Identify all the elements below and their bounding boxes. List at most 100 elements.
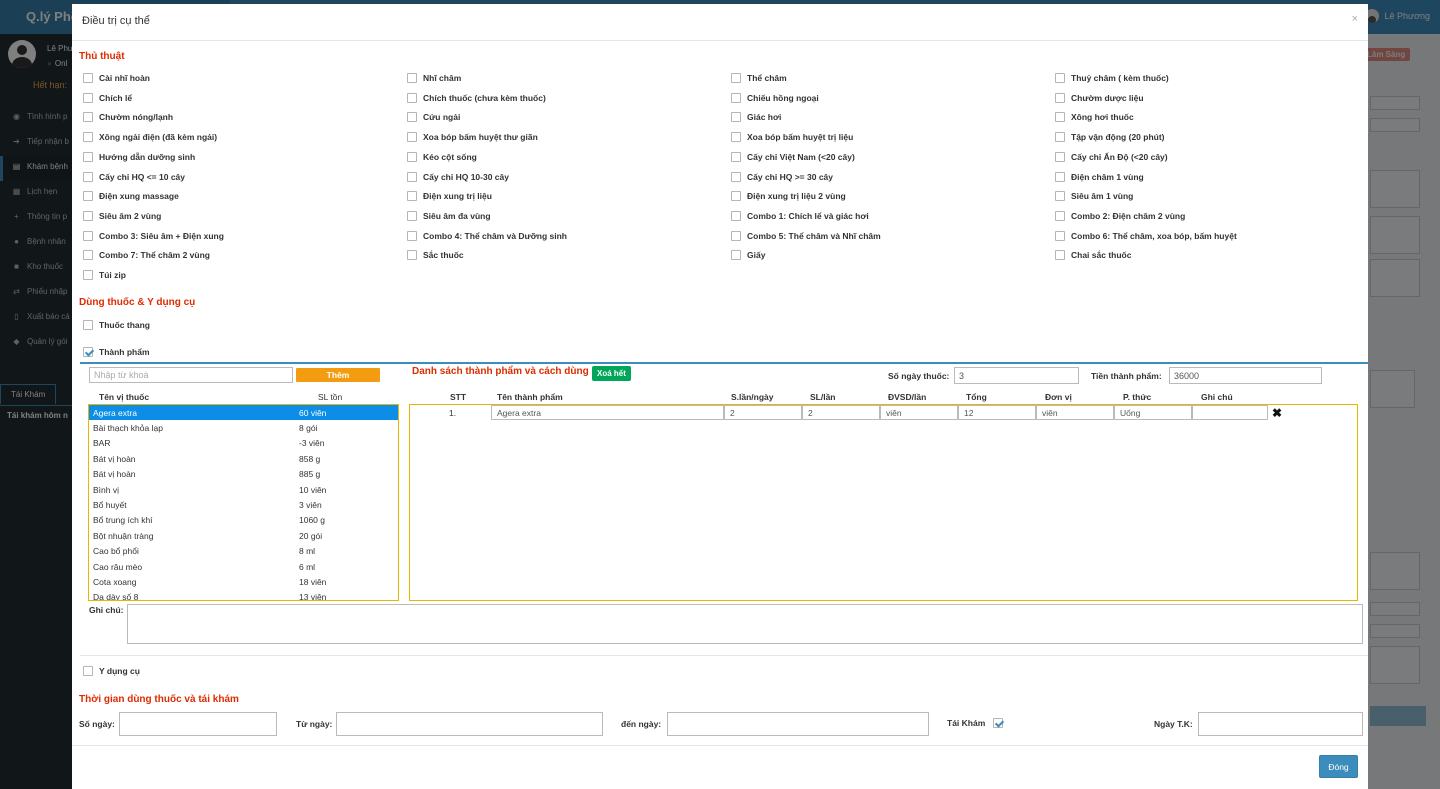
procedure-checkbox[interactable]: Tập vận động (20 phút) bbox=[1055, 132, 1165, 143]
procedure-checkbox[interactable]: Siêu âm 2 vùng bbox=[83, 210, 161, 221]
checkbox-box[interactable] bbox=[1055, 191, 1065, 202]
checkbox-box[interactable] bbox=[407, 250, 417, 261]
medicine-row[interactable]: Bổ huyết 3 viên bbox=[89, 497, 398, 512]
procedure-checkbox[interactable]: Giác hơi bbox=[731, 112, 781, 123]
checkbox-box[interactable] bbox=[1055, 171, 1065, 182]
checkbox-box[interactable] bbox=[731, 92, 741, 103]
checkbox-box[interactable] bbox=[1055, 210, 1065, 221]
medicine-search-input[interactable] bbox=[89, 367, 293, 383]
checkbox-box[interactable] bbox=[83, 92, 93, 103]
procedure-checkbox[interactable]: Điện xung trị liệu bbox=[407, 191, 492, 202]
checkbox-box[interactable] bbox=[83, 270, 93, 280]
presc-cell-total[interactable]: 12 bbox=[958, 405, 1036, 420]
presc-cell-method[interactable]: Uống bbox=[1114, 405, 1192, 420]
cost-input[interactable] bbox=[1169, 367, 1322, 384]
checkbox-box[interactable] bbox=[993, 718, 1004, 728]
thuoc-thang-checkbox[interactable]: Thuốc thang bbox=[83, 320, 150, 330]
checkbox-box[interactable] bbox=[407, 230, 417, 241]
checkbox-box[interactable] bbox=[407, 151, 417, 162]
checkbox-box[interactable] bbox=[407, 171, 417, 182]
checkbox-box[interactable] bbox=[1055, 92, 1065, 103]
checkbox-box[interactable] bbox=[1055, 151, 1065, 162]
medicine-row[interactable]: Bài thạch khỏa lạp 8 gói bbox=[89, 420, 398, 435]
checkbox-box[interactable] bbox=[83, 171, 93, 182]
procedure-checkbox[interactable]: Chai sắc thuốc bbox=[1055, 250, 1131, 261]
ngay-tk-input[interactable] bbox=[1198, 712, 1363, 736]
checkbox-box[interactable] bbox=[1055, 132, 1065, 143]
procedure-checkbox[interactable]: Xoa bóp bấm huyệt thư giãn bbox=[407, 132, 538, 143]
procedure-checkbox[interactable]: Chườm nóng/lạnh bbox=[83, 112, 173, 123]
procedure-checkbox[interactable]: Xoa bóp bấm huyệt trị liệu bbox=[731, 132, 853, 143]
note-textarea[interactable] bbox=[127, 604, 1363, 644]
so-ngay-input[interactable] bbox=[119, 712, 277, 736]
add-medicine-button[interactable]: Thêm bbox=[296, 368, 380, 382]
medicine-row[interactable]: BAR -3 viên bbox=[89, 436, 398, 451]
presc-cell-unit[interactable]: viên bbox=[1036, 405, 1114, 420]
procedure-checkbox[interactable]: Cấy chỉ Ấn Độ (<20 cây) bbox=[1055, 151, 1168, 162]
medicine-row[interactable]: Bột nhuận tràng 20 gói bbox=[89, 528, 398, 543]
procedure-checkbox[interactable]: Combo 3: Siêu âm + Điện xung bbox=[83, 230, 224, 241]
tu-ngay-input[interactable] bbox=[336, 712, 603, 736]
medicine-row[interactable]: Dạ dày số 8 13 viên bbox=[89, 590, 398, 600]
procedure-checkbox[interactable]: Thể châm bbox=[731, 73, 787, 83]
checkbox-box[interactable] bbox=[731, 151, 741, 162]
procedure-checkbox[interactable]: Cấy chỉ HQ <= 10 cây bbox=[83, 171, 185, 182]
procedure-checkbox[interactable]: Chích thuốc (chưa kèm thuốc) bbox=[407, 92, 546, 103]
checkbox-box[interactable] bbox=[731, 112, 741, 123]
checkbox-box[interactable] bbox=[731, 171, 741, 182]
checkbox-box[interactable] bbox=[731, 230, 741, 241]
checkbox-box[interactable] bbox=[407, 112, 417, 123]
checkbox-box[interactable] bbox=[83, 347, 93, 357]
thanh-pham-checkbox[interactable]: Thành phẩm bbox=[83, 347, 150, 357]
tai-kham-checkbox[interactable]: Tái Khám bbox=[947, 718, 1004, 728]
checkbox-box[interactable] bbox=[731, 250, 741, 261]
delete-row-icon[interactable]: ✖ bbox=[1272, 406, 1282, 420]
days-input[interactable] bbox=[954, 367, 1079, 384]
procedure-checkbox[interactable]: Điện châm 1 vùng bbox=[1055, 171, 1144, 182]
checkbox-box[interactable] bbox=[1055, 250, 1065, 261]
medicine-row[interactable]: Bát vị hoàn 885 g bbox=[89, 467, 398, 482]
checkbox-box[interactable] bbox=[83, 132, 93, 143]
checkbox-box[interactable] bbox=[83, 320, 93, 330]
presc-cell-qty[interactable]: 2 bbox=[802, 405, 880, 420]
checkbox-box[interactable] bbox=[407, 210, 417, 221]
procedure-checkbox[interactable]: Điện xung trị liệu 2 vùng bbox=[731, 191, 846, 202]
checkbox-box[interactable] bbox=[731, 191, 741, 202]
procedure-checkbox[interactable]: Nhĩ châm bbox=[407, 73, 461, 83]
medicine-row[interactable]: Bình vị 10 viên bbox=[89, 482, 398, 497]
procedure-checkbox[interactable]: Combo 1: Chích lể và giác hơi bbox=[731, 210, 869, 221]
checkbox-box[interactable] bbox=[83, 230, 93, 241]
procedure-checkbox[interactable]: Combo 6: Thể châm, xoa bóp, bấm huyệt bbox=[1055, 230, 1237, 241]
procedure-checkbox[interactable]: Hướng dẫn dưỡng sinh bbox=[83, 151, 195, 162]
procedure-checkbox[interactable]: Xông ngải điện (đã kèm ngải) bbox=[83, 132, 217, 143]
checkbox-box[interactable] bbox=[1055, 73, 1065, 83]
medicine-row[interactable]: Agera extra 60 viên bbox=[89, 405, 398, 421]
checkbox-box[interactable] bbox=[1055, 230, 1065, 241]
procedure-checkbox[interactable]: Siêu âm đa vùng bbox=[407, 210, 491, 221]
presc-cell-name[interactable]: Agera extra bbox=[491, 405, 724, 420]
medicine-row[interactable]: Cao râu mèo 6 ml bbox=[89, 559, 398, 574]
checkbox-box[interactable] bbox=[407, 132, 417, 143]
close-icon[interactable]: × bbox=[1352, 13, 1358, 25]
procedure-checkbox[interactable]: Chiếu hồng ngoại bbox=[731, 92, 819, 103]
checkbox-box[interactable] bbox=[83, 73, 93, 83]
checkbox-box[interactable] bbox=[407, 191, 417, 202]
procedure-checkbox[interactable]: Chườm dược liệu bbox=[1055, 92, 1144, 103]
checkbox-box[interactable] bbox=[731, 210, 741, 221]
clear-all-button[interactable]: Xoá hết bbox=[592, 366, 631, 381]
procedure-checkbox[interactable]: Combo 7: Thể châm 2 vùng bbox=[83, 250, 210, 261]
procedure-checkbox[interactable]: Cứu ngải bbox=[407, 112, 460, 123]
procedure-checkbox[interactable]: Xông hơi thuốc bbox=[1055, 112, 1134, 123]
den-ngay-input[interactable] bbox=[667, 712, 929, 736]
procedure-checkbox[interactable]: Thuỷ châm ( kèm thuốc) bbox=[1055, 73, 1169, 83]
medicine-row[interactable]: Bổ trung ích khí 1060 g bbox=[89, 513, 398, 528]
medicine-row[interactable]: Cota xoang 18 viên bbox=[89, 574, 398, 589]
presc-cell-unit-use[interactable]: viên bbox=[880, 405, 958, 420]
presc-cell-note[interactable] bbox=[1192, 405, 1268, 420]
procedure-checkbox[interactable]: Cấy chỉ Việt Nam (<20 cây) bbox=[731, 151, 855, 162]
procedure-checkbox[interactable]: Cấy chỉ HQ >= 30 cây bbox=[731, 171, 833, 182]
procedure-checkbox[interactable]: Combo 5: Thể châm và Nhĩ châm bbox=[731, 230, 881, 241]
checkbox-box[interactable] bbox=[83, 210, 93, 221]
presc-cell-times[interactable]: 2 bbox=[724, 405, 802, 420]
checkbox-box[interactable] bbox=[407, 92, 417, 103]
